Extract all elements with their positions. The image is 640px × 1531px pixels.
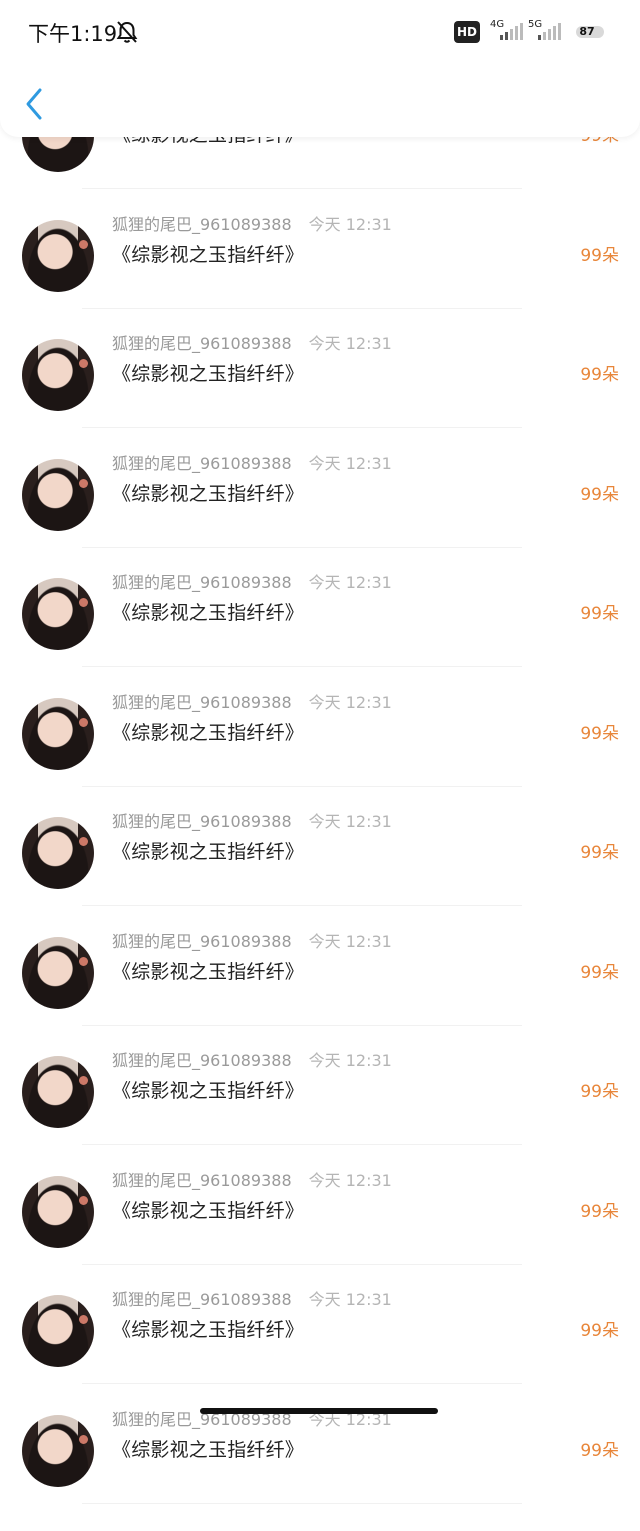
top-header: 下午1:19 HD 4G 5G 87 [0,0,640,137]
username[interactable]: 狐狸的尾巴_961089388 [112,1290,292,1309]
battery-level: 87 [576,26,598,38]
item-title[interactable]: 《综影视之玉指纤纤》 [112,240,304,267]
item-meta: 狐狸的尾巴_961089388 今天 12:31 [112,569,392,593]
list-item[interactable]: 狐狸的尾巴_961089388 今天 12:31 《综影视之玉指纤纤》 99朵 [0,814,640,934]
avatar[interactable] [22,220,94,292]
timestamp: 今天 12:31 [309,215,392,234]
timestamp: 今天 12:31 [309,334,392,353]
avatar[interactable] [22,698,94,770]
timestamp: 今天 12:31 [309,454,392,473]
flower-count: 99朵 [580,1316,619,1341]
list-item[interactable]: 狐狸的尾巴_961089388 今天 12:31 《综影视之玉指纤纤》 99朵 [0,575,640,695]
flower-count: 99朵 [580,360,619,385]
username[interactable]: 狐狸的尾巴_961089388 [112,932,292,951]
flower-count: 99朵 [580,719,619,744]
username[interactable]: 狐狸的尾巴_961089388 [112,693,292,712]
item-meta: 狐狸的尾巴_961089388 今天 12:31 [112,211,392,235]
divider [82,1264,522,1265]
item-meta: 狐狸的尾巴_961089388 今天 12:31 [112,450,392,474]
timestamp: 今天 12:31 [309,932,392,951]
item-meta: 狐狸的尾巴_961089388 今天 12:31 [112,689,392,713]
item-title[interactable]: 《综影视之玉指纤纤》 [112,479,304,506]
list-item[interactable]: 狐狸的尾巴_961089388 今天 12:31 《综影视之玉指纤纤》 99朵 [0,1292,640,1412]
divider [82,188,522,189]
item-title[interactable]: 《综影视之玉指纤纤》 [112,598,304,625]
divider [82,666,522,667]
signal-4g-icon [500,22,523,40]
avatar[interactable] [22,1295,94,1367]
avatar[interactable] [22,1176,94,1248]
list-item[interactable]: 狐狸的尾巴_961089388 今天 12:31 《综影视之玉指纤纤》 99朵 [0,934,640,1054]
item-title[interactable]: 《综影视之玉指纤纤》 [112,359,304,386]
username[interactable]: 狐狸的尾巴_961089388 [112,1051,292,1070]
username[interactable]: 狐狸的尾巴_961089388 [112,1171,292,1190]
divider [82,1144,522,1145]
signal-5g-icon [538,22,561,40]
timestamp: 今天 12:31 [309,1290,392,1309]
list-item[interactable]: 狐狸的尾巴_961089388今天 12:31《综影视之玉指纤纤》99朵 [0,1412,640,1531]
item-meta: 狐狸的尾巴_961089388 今天 12:31 [112,928,392,952]
flower-count: 99朵 [580,1436,619,1461]
chevron-left-icon [18,86,52,122]
item-title[interactable]: 《综影视之玉指纤纤》 [112,837,304,864]
item-meta: 狐狸的尾巴_961089388 今天 12:31 [112,1286,392,1310]
divider [82,1025,522,1026]
battery-icon: 87 [576,26,604,38]
flower-count: 99朵 [580,480,619,505]
item-title[interactable]: 《综影视之玉指纤纤》 [112,957,304,984]
hd-badge: HD [454,21,480,43]
avatar[interactable] [22,1056,94,1128]
avatar[interactable] [22,459,94,531]
bell-muted-icon [116,20,138,48]
divider [82,1383,522,1384]
status-time: 下午1:19 [28,18,117,48]
list-item[interactable]: 狐狸的尾巴_961089388 今天 12:31 《综影视之玉指纤纤》 99朵 [0,217,640,337]
avatar[interactable] [22,937,94,1009]
divider [82,427,522,428]
list-item[interactable]: 狐狸的尾巴_961089388 今天 12:31 《综影视之玉指纤纤》 99朵 [0,1173,640,1293]
divider [82,905,522,906]
flower-count: 99朵 [580,1077,619,1102]
list-item[interactable]: 狐狸的尾巴_961089388 今天 12:31 《综影视之玉指纤纤》 99朵 [0,695,640,815]
item-title[interactable]: 《综影视之玉指纤纤》 [112,1435,304,1462]
username[interactable]: 狐狸的尾巴_961089388 [112,573,292,592]
item-meta: 狐狸的尾巴_961089388 今天 12:31 [112,808,392,832]
flower-count: 99朵 [580,1197,619,1222]
list-item[interactable]: 狐狸的尾巴_961089388 今天 12:31 《综影视之玉指纤纤》 99朵 [0,336,640,456]
item-title[interactable]: 《综影视之玉指纤纤》 [112,1315,304,1342]
avatar[interactable] [22,578,94,650]
avatar[interactable] [22,339,94,411]
username[interactable]: 狐狸的尾巴_961089388 [112,215,292,234]
timestamp: 今天 12:31 [309,812,392,831]
divider [82,547,522,548]
home-indicator[interactable] [200,1408,438,1414]
username[interactable]: 狐狸的尾巴_961089388 [112,812,292,831]
timestamp: 今天 12:31 [309,693,392,712]
flower-count: 99朵 [580,958,619,983]
flower-count: 99朵 [580,838,619,863]
list-item[interactable]: 狐狸的尾巴_961089388 今天 12:31 《综影视之玉指纤纤》 99朵 [0,456,640,576]
item-meta: 狐狸的尾巴_961089388 今天 12:31 [112,1167,392,1191]
item-title[interactable]: 《综影视之玉指纤纤》 [112,718,304,745]
flower-count: 99朵 [580,599,619,624]
divider [82,786,522,787]
avatar[interactable] [22,817,94,889]
divider [82,308,522,309]
username[interactable]: 狐狸的尾巴_961089388 [112,334,292,353]
item-meta: 狐狸的尾巴_961089388 今天 12:31 [112,1047,392,1071]
username[interactable]: 狐狸的尾巴_961089388 [112,454,292,473]
back-button[interactable] [18,86,52,122]
item-meta: 狐狸的尾巴_961089388 今天 12:31 [112,330,392,354]
item-title[interactable]: 《综影视之玉指纤纤》 [112,1196,304,1223]
list-item[interactable]: 狐狸的尾巴_961089388 今天 12:31 《综影视之玉指纤纤》 99朵 [0,1053,640,1173]
divider [82,1503,522,1504]
timestamp: 今天 12:31 [309,1171,392,1190]
timestamp: 今天 12:31 [309,1051,392,1070]
timestamp: 今天 12:31 [309,573,392,592]
avatar[interactable] [22,1415,94,1487]
flower-count: 99朵 [580,241,619,266]
item-title[interactable]: 《综影视之玉指纤纤》 [112,1076,304,1103]
